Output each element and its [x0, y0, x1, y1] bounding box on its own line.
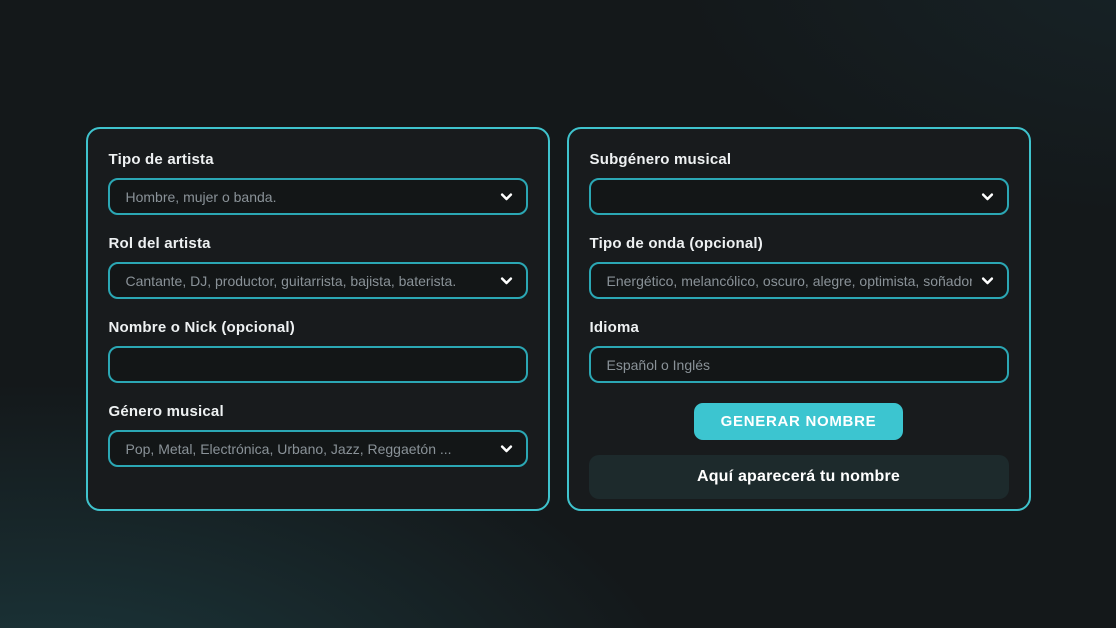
select-placeholder: Energético, melancólico, oscuro, alegre,… [607, 273, 972, 289]
result-text: Aquí aparecerá tu nombre [697, 468, 900, 486]
genero-musical-select[interactable]: Pop, Metal, Electrónica, Urbano, Jazz, R… [108, 430, 528, 467]
field-group-tipo-de-artista: Tipo de artista Hombre, mujer o banda. [108, 151, 528, 215]
select-placeholder: Cantante, DJ, productor, guitarrista, ba… [126, 273, 491, 289]
field-group-nombre-nick: Nombre o Nick (opcional) [108, 319, 528, 383]
tipo-de-onda-select[interactable]: Energético, melancólico, oscuro, alegre,… [589, 262, 1009, 299]
field-group-subgenero-musical: Subgénero musical [589, 151, 1009, 215]
generar-nombre-button[interactable]: GENERAR NOMBRE [694, 403, 904, 440]
rol-del-artista-label: Rol del artista [109, 235, 528, 252]
subgenero-musical-label: Subgénero musical [590, 151, 1009, 168]
chevron-down-icon [499, 441, 514, 456]
genero-musical-label: Género musical [109, 403, 528, 420]
left-form-panel: Tipo de artista Hombre, mujer o banda. R… [86, 127, 550, 511]
select-placeholder: Hombre, mujer o banda. [126, 189, 491, 205]
nombre-nick-label: Nombre o Nick (opcional) [109, 319, 528, 336]
tipo-de-onda-label: Tipo de onda (opcional) [590, 235, 1009, 252]
rol-del-artista-select[interactable]: Cantante, DJ, productor, guitarrista, ba… [108, 262, 528, 299]
field-group-idioma: Idioma [589, 319, 1009, 383]
chevron-down-icon [499, 273, 514, 288]
chevron-down-icon [980, 273, 995, 288]
tipo-de-artista-select[interactable]: Hombre, mujer o banda. [108, 178, 528, 215]
idioma-input[interactable] [589, 346, 1009, 383]
select-placeholder: Pop, Metal, Electrónica, Urbano, Jazz, R… [126, 441, 491, 457]
field-group-genero-musical: Género musical Pop, Metal, Electrónica, … [108, 403, 528, 467]
field-group-rol-del-artista: Rol del artista Cantante, DJ, productor,… [108, 235, 528, 299]
right-form-panel: Subgénero musical Tipo de onda (opcional… [567, 127, 1031, 511]
field-group-tipo-de-onda: Tipo de onda (opcional) Energético, mela… [589, 235, 1009, 299]
tipo-de-artista-label: Tipo de artista [109, 151, 528, 168]
subgenero-musical-select[interactable] [589, 178, 1009, 215]
idioma-label: Idioma [590, 319, 1009, 336]
chevron-down-icon [499, 189, 514, 204]
generate-button-row: GENERAR NOMBRE [589, 403, 1009, 440]
result-box: Aquí aparecerá tu nombre [589, 455, 1009, 499]
chevron-down-icon [980, 189, 995, 204]
nombre-nick-input[interactable] [108, 346, 528, 383]
form-container: Tipo de artista Hombre, mujer o banda. R… [0, 0, 1116, 511]
